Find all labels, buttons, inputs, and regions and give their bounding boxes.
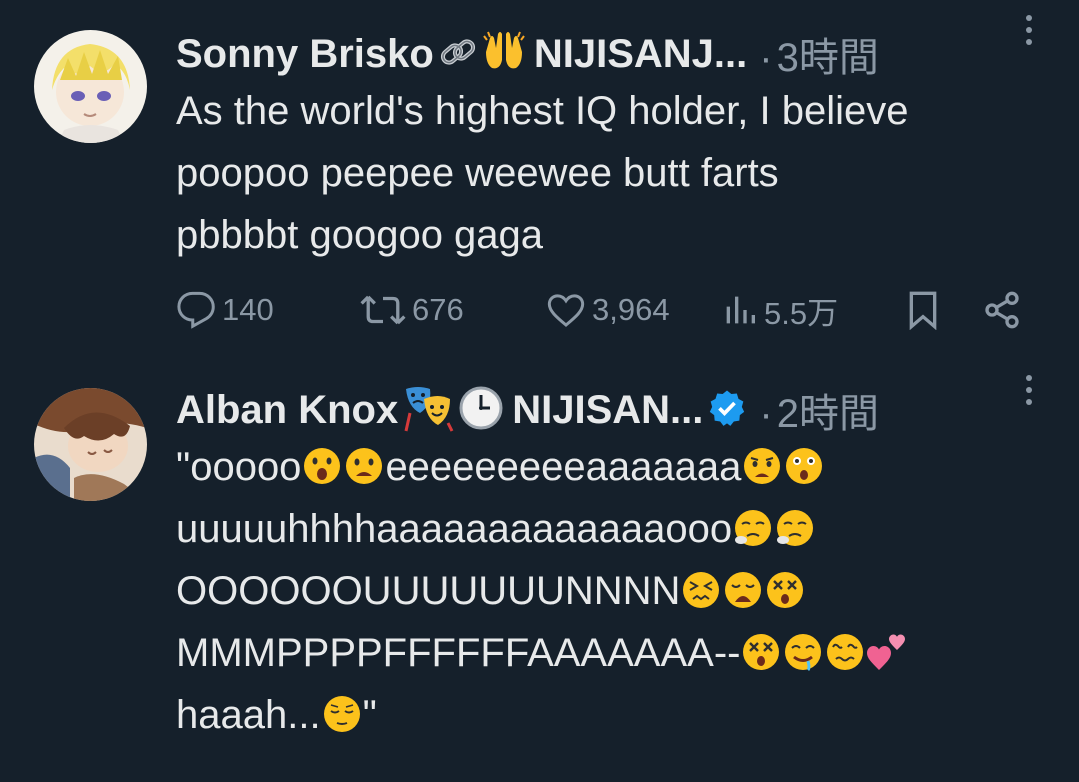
dizzy-face-emoji <box>767 572 804 608</box>
views-icon <box>726 296 755 324</box>
avatar[interactable] <box>34 30 147 143</box>
text-line: OOOOOOUUUUUUUNNNN <box>176 560 1049 622</box>
heart-icon <box>547 294 585 327</box>
action-bar: 140 676 3,964 5.5万 <box>176 286 1039 334</box>
tweet[interactable]: Sonny Brisko NIJISANJ... · 3時間 As the wo… <box>0 0 1079 360</box>
text-line: uuuuuhhhhaaaaaaaaaaaaaooo <box>176 498 1049 560</box>
share-icon <box>985 291 1019 329</box>
tweet-header: Alban Knox NIJISAN... · 2時間 <box>176 382 1039 438</box>
author-name[interactable]: Alban Knox <box>176 388 398 433</box>
retweet-count: 676 <box>412 292 464 327</box>
text-segment: haaah... <box>176 693 321 737</box>
text-line: "ooooo eeeeeeeeeaaaaaaa <box>176 436 1049 498</box>
like-count: 3,964 <box>592 292 670 327</box>
tweet-header: Sonny Brisko NIJISANJ... · 3時間 <box>176 26 1039 82</box>
tweet-text: "ooooo eeeeeeeeeaaaaaaa uuuuuhhhhaaaaaaaa… <box>176 436 1049 746</box>
two-hearts-emoji <box>867 634 906 670</box>
views-count: 5.5万 <box>764 295 839 331</box>
timestamp[interactable]: · 3時間 <box>755 25 879 83</box>
text-segment: " <box>362 693 377 737</box>
astonished-face-emoji <box>786 448 823 484</box>
timestamp-text: 3時間 <box>776 36 879 80</box>
relieved-face-emoji <box>323 696 360 732</box>
bookmark-icon <box>909 291 937 330</box>
tweet-text: As the world's highest IQ holder, I beli… <box>176 89 909 257</box>
like-button[interactable]: 3,964 <box>546 286 670 334</box>
anguished-face-emoji <box>744 448 781 484</box>
bookmark-button[interactable] <box>906 286 940 334</box>
surprised-face-emoji <box>304 448 341 484</box>
avatar[interactable] <box>34 388 147 501</box>
more-options-icon[interactable] <box>1019 10 1039 50</box>
text-line: haaah... " <box>176 684 1049 746</box>
reply-count: 140 <box>222 292 274 327</box>
timestamp-text: 2時間 <box>776 392 879 436</box>
reply-icon <box>177 291 215 329</box>
retweet-button[interactable]: 676 <box>360 286 464 334</box>
text-line: MMMPPPPFFFFFFAAAAAAA-- <box>176 622 1049 684</box>
more-options-icon[interactable] <box>1019 370 1039 410</box>
author-affiliation[interactable]: NIJISANJ... <box>534 32 747 77</box>
text-segment: uuuuuhhhhaaaaaaaaaaaaaooo <box>176 507 733 551</box>
performing-arts-emoji <box>402 383 454 438</box>
dizzy-face-emoji <box>743 634 780 670</box>
drooling-face-emoji <box>785 634 822 672</box>
woozy-face-emoji <box>827 634 864 670</box>
face-with-steam-emoji <box>777 510 814 546</box>
share-button[interactable] <box>982 286 1022 334</box>
author-affiliation[interactable]: NIJISAN... <box>512 388 703 433</box>
timestamp[interactable]: · 2時間 <box>755 381 879 439</box>
text-segment: "ooooo <box>176 445 302 489</box>
raising-hands-emoji <box>482 30 526 79</box>
retweet-icon <box>360 295 406 325</box>
clock-emoji <box>458 385 504 436</box>
reply-button[interactable]: 140 <box>176 286 274 334</box>
face-with-steam-emoji <box>735 510 772 546</box>
text-segment: eeeeeeeeeaaaaaaa <box>385 445 742 489</box>
verified-badge-icon <box>707 388 747 433</box>
weary-face-emoji <box>725 572 762 608</box>
confounded-face-emoji <box>683 572 720 608</box>
views-button[interactable]: 5.5万 <box>722 286 838 334</box>
tweet[interactable]: Alban Knox NIJISAN... · 2時間 "ooooo eeeee… <box>0 360 1079 782</box>
link-emoji <box>438 32 478 77</box>
frowning-open-face-emoji <box>346 448 383 484</box>
text-segment: MMMPPPPFFFFFFAAAAAAA-- <box>176 631 741 675</box>
author-name[interactable]: Sonny Brisko <box>176 32 434 77</box>
text-segment: OOOOOOUUUUUUUNNNN <box>176 569 681 613</box>
